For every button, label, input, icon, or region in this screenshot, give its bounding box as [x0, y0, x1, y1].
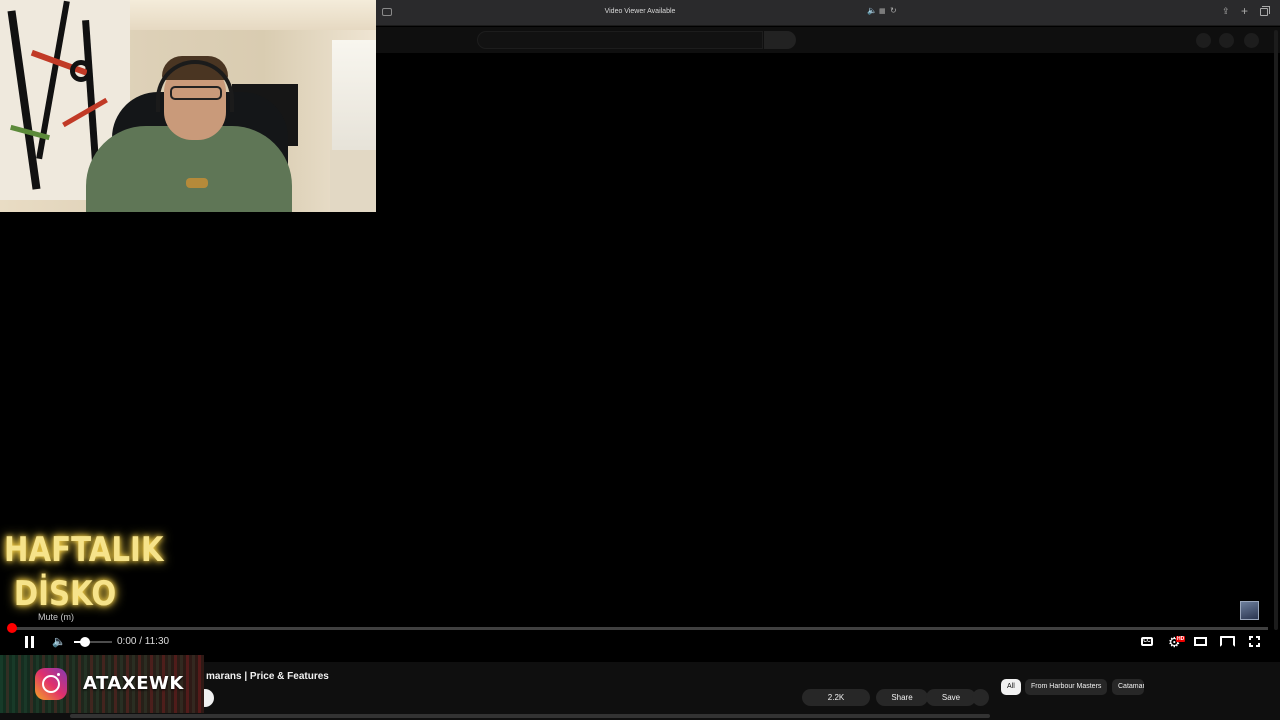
share-button[interactable]: Share [876, 689, 928, 706]
youtube-header [376, 27, 1280, 53]
chip-catamaran[interactable]: Catamaran [1112, 679, 1144, 695]
create-icon[interactable] [1196, 33, 1211, 48]
theater-mode-button[interactable] [1194, 637, 1207, 646]
more-actions-button[interactable] [972, 689, 989, 706]
channel-watermark[interactable] [1240, 601, 1259, 620]
volume-icon[interactable]: 🔈 [52, 634, 66, 650]
airplay-button[interactable] [1220, 636, 1235, 647]
mute-tooltip: Mute (m) [38, 612, 74, 622]
search-input[interactable] [477, 31, 763, 49]
notifications-icon[interactable] [1219, 33, 1234, 48]
account-avatar[interactable] [1244, 33, 1259, 48]
share-icon[interactable]: ⇪ [1222, 6, 1230, 17]
window-title: Video Viewer Available [604, 8, 676, 15]
video-title: marans | Price & Features [206, 671, 329, 682]
reload-icon[interactable]: ↻ [890, 6, 897, 15]
save-button[interactable]: Save [926, 689, 976, 706]
video-progress-bar[interactable] [7, 623, 1268, 633]
hd-badge: HD [1176, 636, 1186, 642]
fullscreen-button[interactable] [1249, 636, 1260, 647]
tab-overview-icon[interactable] [1260, 6, 1270, 16]
search-button[interactable] [764, 31, 796, 49]
time-display: 0:00 / 11:30 [117, 636, 170, 647]
page-scrollbar[interactable] [1274, 30, 1278, 630]
new-tab-icon[interactable]: + [1241, 4, 1248, 18]
instagram-handle: ATAXEWK [83, 673, 184, 694]
player-controls: 🔈 0:00 / 11:30 CC ⚙ [0, 632, 1280, 652]
audio-playing-icon[interactable]: 🔈 [867, 6, 877, 15]
like-button[interactable]: 2.2K [802, 689, 870, 706]
instagram-icon [35, 668, 67, 700]
chip-from-harbour-masters[interactable]: From Harbour Masters [1025, 679, 1108, 695]
volume-knob[interactable] [80, 637, 91, 647]
browser-titlebar: Video Viewer Available 🔈 ▦ ↻ ⇪ + [376, 0, 1280, 26]
translate-icon[interactable]: ▦ [879, 7, 886, 15]
pause-button[interactable] [24, 636, 36, 648]
horizontal-scrollbar[interactable] [70, 714, 990, 718]
sidebar-toggle-icon[interactable] [382, 8, 392, 16]
volume-slider[interactable] [74, 637, 112, 647]
chip-all[interactable]: All [1001, 679, 1021, 695]
haftalik-disko-logo: HAFTALIK DİSKO [4, 530, 164, 614]
subtitles-button[interactable]: CC [1141, 637, 1153, 646]
webcam-overlay [0, 0, 376, 212]
